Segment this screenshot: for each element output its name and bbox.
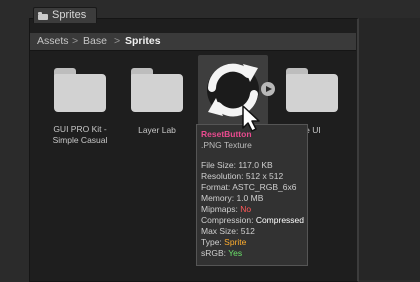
folder-icon bbox=[131, 68, 183, 112]
cursor-arrow-icon bbox=[242, 105, 260, 132]
tooltip-texture-type: Type: Sprite bbox=[201, 237, 247, 247]
tooltip-resolution: Resolution: 512 x 512 bbox=[201, 171, 284, 181]
tab-sprites[interactable]: Sprites bbox=[33, 7, 98, 23]
folder-icon bbox=[38, 11, 48, 20]
tooltip-file-size: File Size: 117.0 KB bbox=[201, 160, 273, 170]
tooltip-compression: Compression: Compressed bbox=[201, 215, 304, 225]
folder-icon bbox=[286, 68, 338, 112]
breadcrumb-base[interactable]: Base bbox=[83, 33, 107, 50]
tooltip-mipmaps: Mipmaps: No bbox=[201, 204, 252, 214]
folder-icon bbox=[54, 68, 106, 112]
breadcrumb-assets[interactable]: Assets bbox=[37, 33, 69, 50]
background-right bbox=[358, 18, 420, 280]
tooltip-format: Format: ASTC_RGB_6x6 bbox=[201, 182, 297, 192]
tooltip-max-size: Max Size: 512 bbox=[201, 226, 255, 236]
project-panel bbox=[29, 18, 359, 282]
asset-label: GUI PRO Kit - Simple Casual bbox=[52, 124, 108, 145]
refresh-icon bbox=[207, 63, 259, 117]
tooltip-type: .PNG Texture bbox=[201, 140, 252, 150]
breadcrumb-separator: > bbox=[114, 35, 121, 47]
breadcrumb-sprites[interactable]: Sprites bbox=[125, 33, 161, 50]
asset-label: Layer Lab bbox=[138, 125, 176, 135]
tab-label: Sprites bbox=[52, 9, 87, 21]
breadcrumb-separator: > bbox=[72, 35, 79, 47]
breadcrumb: Assets > Base > Sprites bbox=[30, 33, 356, 51]
asset-tooltip: ResetButton .PNG Texture File Size: 117.… bbox=[196, 124, 308, 266]
tooltip-memory: Memory: 1.0 MB bbox=[201, 193, 264, 203]
tooltip-srgb: sRGB: Yes bbox=[201, 248, 243, 258]
